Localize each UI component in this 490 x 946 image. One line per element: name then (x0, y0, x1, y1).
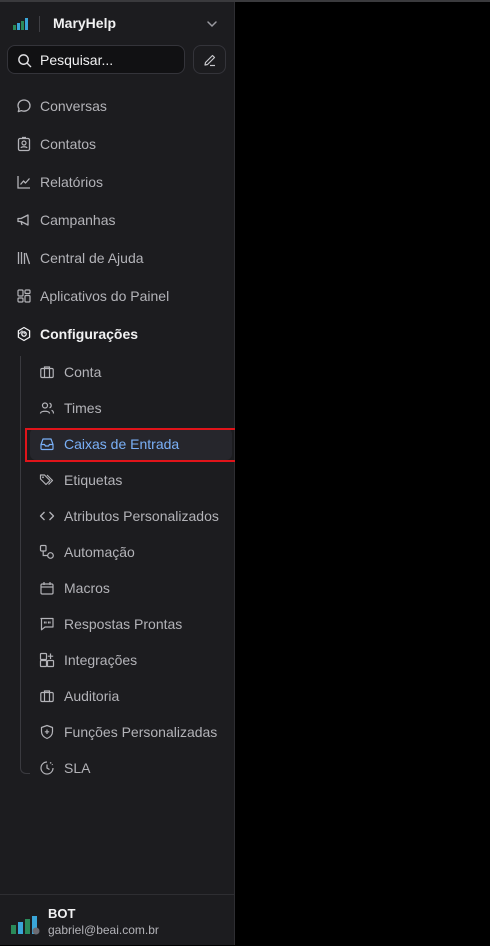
briefcase-icon (40, 366, 54, 379)
sidebar-item-label: Contatos (40, 136, 97, 152)
sidebar-item-contatos[interactable]: Contatos (8, 128, 230, 160)
submenu-item-macros[interactable]: Macros (30, 572, 234, 604)
code-icon (39, 511, 55, 521)
sidebar-item-label: Central de Ajuda (40, 250, 144, 266)
submenu-item-label: Funções Personalizadas (64, 724, 218, 740)
canned-response-icon (40, 617, 54, 631)
library-icon (17, 252, 31, 265)
submenu-item-label: Auditoria (64, 688, 120, 704)
submenu-item-automacao[interactable]: Automação (30, 536, 234, 568)
user-name: BOT (48, 906, 76, 921)
submenu-item-label: Respostas Prontas (64, 616, 183, 632)
submenu-item-times[interactable]: Times (30, 392, 234, 424)
shield-plus-icon (40, 724, 54, 740)
search-input[interactable] (40, 51, 180, 69)
submenu-item-label: SLA (64, 760, 91, 776)
sidebar-item-label: Relatórios (40, 174, 104, 190)
tags-icon (39, 474, 54, 486)
submenu-item-label: Etiquetas (64, 472, 123, 488)
submenu-item-respostas-prontas[interactable]: Respostas Prontas (30, 608, 234, 640)
sidebar-item-label: Conversas (40, 98, 107, 114)
user-profile[interactable]: BOT gabriel@beai.com.br (0, 894, 234, 946)
chevron-down-icon[interactable] (205, 17, 219, 31)
app-logo-icon (13, 18, 28, 30)
chevron-up-icon[interactable] (16, 326, 28, 338)
integrations-icon (39, 652, 55, 668)
sidebar-item-central-de-ajuda[interactable]: Central de Ajuda (8, 242, 230, 274)
audit-briefcase-icon (40, 690, 54, 703)
sidebar-item-conversas[interactable]: Conversas (8, 90, 230, 122)
submenu-item-label: Automação (64, 544, 135, 560)
sidebar-item-label: Campanhas (40, 212, 116, 228)
submenu-item-integracoes[interactable]: Integrações (30, 644, 234, 676)
submenu-item-label: Atributos Personalizados (64, 508, 219, 524)
submenu-item-sla[interactable]: SLA (30, 752, 234, 784)
submenu-item-conta[interactable]: Conta (30, 356, 234, 388)
macro-box-icon (40, 582, 54, 595)
megaphone-icon (17, 214, 29, 226)
submenu-item-label: Times (64, 400, 102, 416)
automation-icon (39, 544, 54, 559)
avatar (11, 916, 40, 935)
sidebar-item-campanhas[interactable]: Campanhas (8, 204, 230, 236)
clock-icon (40, 761, 54, 775)
submenu-tree-line (20, 356, 21, 768)
sidebar-item-configuracoes[interactable]: Configurações (8, 318, 230, 350)
sidebar-item-label: Configurações (40, 326, 139, 342)
line-chart-icon (17, 176, 30, 189)
submenu-item-auditoria[interactable]: Auditoria (30, 680, 234, 712)
sidebar-item-relatorios[interactable]: Relatórios (8, 166, 230, 198)
pencil-icon (204, 54, 216, 67)
submenu-item-atributos-personalizados[interactable]: Atributos Personalizados (30, 500, 234, 532)
submenu-item-etiquetas[interactable]: Etiquetas (30, 464, 234, 496)
submenu-item-label: Conta (64, 364, 102, 380)
sidebar: MaryHelp Conversas Contatos (0, 2, 239, 946)
search-icon (18, 54, 32, 68)
compose-button[interactable] (193, 45, 226, 74)
users-icon (39, 402, 55, 414)
selection-highlight-box (25, 428, 239, 462)
submenu-item-funcoes-personalizadas[interactable]: Funções Personalizadas (30, 716, 234, 748)
chat-bubble-icon (17, 99, 31, 113)
user-email: gabriel@beai.com.br (48, 923, 159, 937)
submenu-tree-corner (20, 768, 30, 774)
sidebar-header: MaryHelp (0, 2, 234, 46)
contact-card-icon (17, 136, 31, 152)
sidebar-item-aplicativos-do-painel[interactable]: Aplicativos do Painel (8, 280, 230, 312)
sidebar-item-label: Aplicativos do Painel (40, 288, 170, 304)
search-box[interactable] (7, 45, 185, 74)
account-switcher-name[interactable]: MaryHelp (53, 15, 116, 31)
submenu-item-label: Macros (64, 580, 110, 596)
main-content-area (235, 2, 490, 945)
header-divider (39, 16, 40, 32)
dashboard-apps-icon (17, 289, 31, 303)
submenu-item-label: Integrações (64, 652, 138, 668)
